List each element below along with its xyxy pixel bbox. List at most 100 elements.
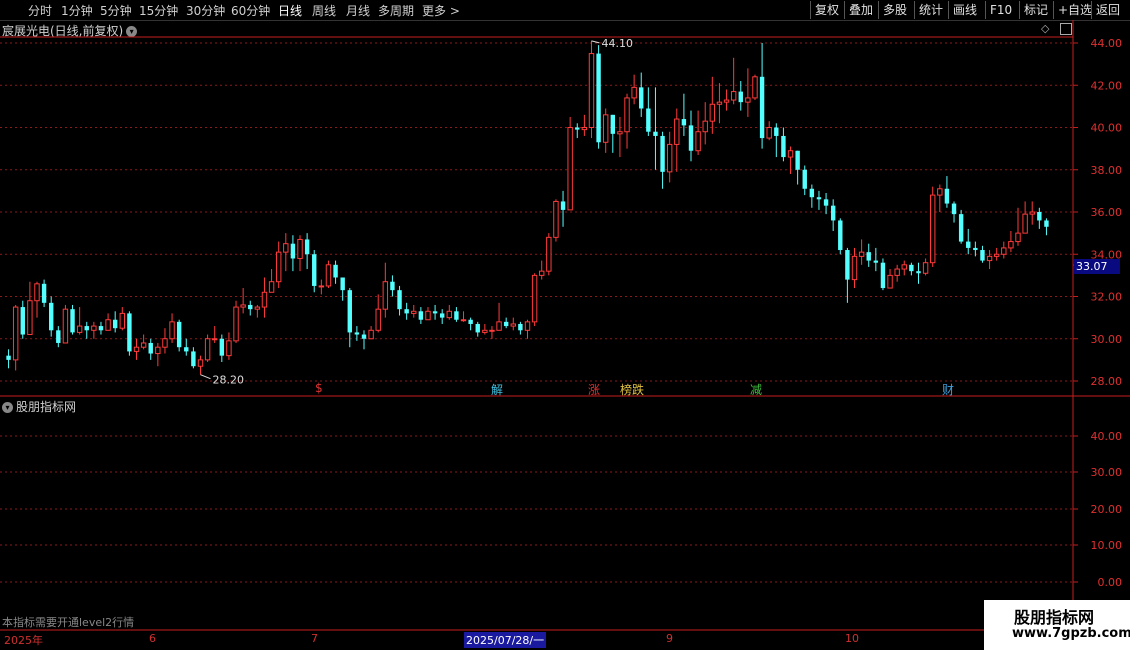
candle-body-up [709,103,716,122]
date-axis-label: 6 [149,632,156,645]
date-axis-label: 10 [845,632,859,645]
candle-body-up [901,264,907,270]
candle-body-up [702,120,708,133]
y-tick-label: 40.00 [1091,122,1123,135]
candle-body-up [894,268,900,276]
candle-body-down [653,131,658,136]
candle-body-down [596,53,601,143]
indicator-title-text: 股朋指标网 [16,400,77,414]
candle-body-down [248,304,253,310]
candle-body-up [275,251,282,283]
candle-body-down [823,199,829,206]
candle-body-down [688,125,694,151]
current-price-tag: 33.07 [1074,259,1120,274]
candle-body-up [631,86,637,99]
candle-body-up [524,321,531,331]
event-marker[interactable]: 财 [942,381,954,398]
candle-body-up [482,329,488,333]
candle-body-up [268,281,275,293]
candle-body-up [446,310,453,319]
candle-body-down [809,188,815,198]
candle-body-down [361,334,367,339]
indicator-y-tick-label: 20.00 [1091,503,1123,516]
candle-body-down [70,309,75,333]
candle-body-down [781,135,786,158]
candle-body-up [546,236,552,272]
candle-body-up [730,91,737,101]
candle-body-down [802,169,807,189]
candle-body-down [759,76,765,139]
candle-body-up [666,143,673,173]
candle-body-down [468,319,473,324]
indicator-title[interactable]: ▾ 股朋指标网 [2,398,76,415]
candle-body-down [944,188,950,204]
candle-body-up [602,114,609,143]
candle-body-up [133,346,140,352]
candle-body-up [204,338,211,361]
candle-body-down [610,114,616,134]
candle-body-up [140,342,147,348]
candle-body-down [518,323,523,331]
candle-body-down [191,351,196,367]
candle-body-up [254,306,261,310]
candle-body-down [432,311,438,314]
candle-body-down [290,243,296,259]
candle-body-down [219,338,225,356]
candle-body-down [98,326,104,331]
candle-body-up [858,251,865,257]
candle-body-down [866,252,871,261]
candle-body-down [1044,220,1049,227]
candle-body-down [6,355,11,360]
candle-body-down [148,342,153,354]
candle-body-up [382,281,389,310]
candle-body-up [212,338,218,341]
candle-body-up [745,97,751,103]
candle-body-up [787,150,794,158]
candle-body-up [766,127,772,139]
candle-body-up [240,304,246,308]
watermark-logo: 股朋指标网 www.7gpzb.com [984,600,1130,650]
event-marker[interactable]: $ [315,381,323,395]
event-marker[interactable]: 减 [750,381,762,398]
candle-body-up [887,274,893,289]
candle-body-up [930,194,936,264]
candle-body-up [588,53,595,128]
candle-body-down [795,150,800,170]
indicator-y-tick-label: 40.00 [1091,430,1123,443]
candle-body-down [738,91,743,103]
event-marker[interactable]: 解 [491,381,503,398]
candle-body-up [162,338,168,348]
candle-body-up [155,346,161,355]
candle-body-up [119,312,125,329]
candle-body-down [312,254,317,286]
date-axis-label: 2025/07/28/一 [464,632,547,648]
candle-body-up [624,97,630,133]
candle-body-up [1029,211,1035,215]
event-marker[interactable]: 涨 [588,381,600,398]
y-tick-label: 42.00 [1091,79,1123,92]
candle-body-down [681,119,687,126]
candle-body-down [49,302,54,331]
candle-body-down [660,135,665,172]
candle-body-down [845,250,850,280]
kline-chart[interactable]: 44.0042.0040.0038.0036.0034.0032.0030.00… [0,0,1130,650]
candle-body-down [1037,212,1042,221]
candle-body-up [12,306,19,361]
candle-body-down [838,220,843,251]
candle-body-down [816,197,822,200]
candle-body-down [973,247,978,251]
candle-body-down [503,321,509,327]
candle-body-up [233,306,239,342]
candle-body-up [922,262,929,274]
y-tick-label: 30.00 [1091,333,1123,346]
event-marker[interactable]: 榜跌 [620,381,644,398]
candle-body-up [496,321,502,331]
candle-body-up [283,243,289,253]
chevron-down-icon[interactable]: ▾ [2,402,13,413]
candle-body-up [851,255,858,281]
date-axis-label: 2025年 [4,634,43,647]
date-axis-label: 7 [311,632,318,645]
candle-body-up [197,359,204,367]
candle-body-down [774,127,779,136]
indicator-y-tick-label: 30.00 [1091,466,1123,479]
